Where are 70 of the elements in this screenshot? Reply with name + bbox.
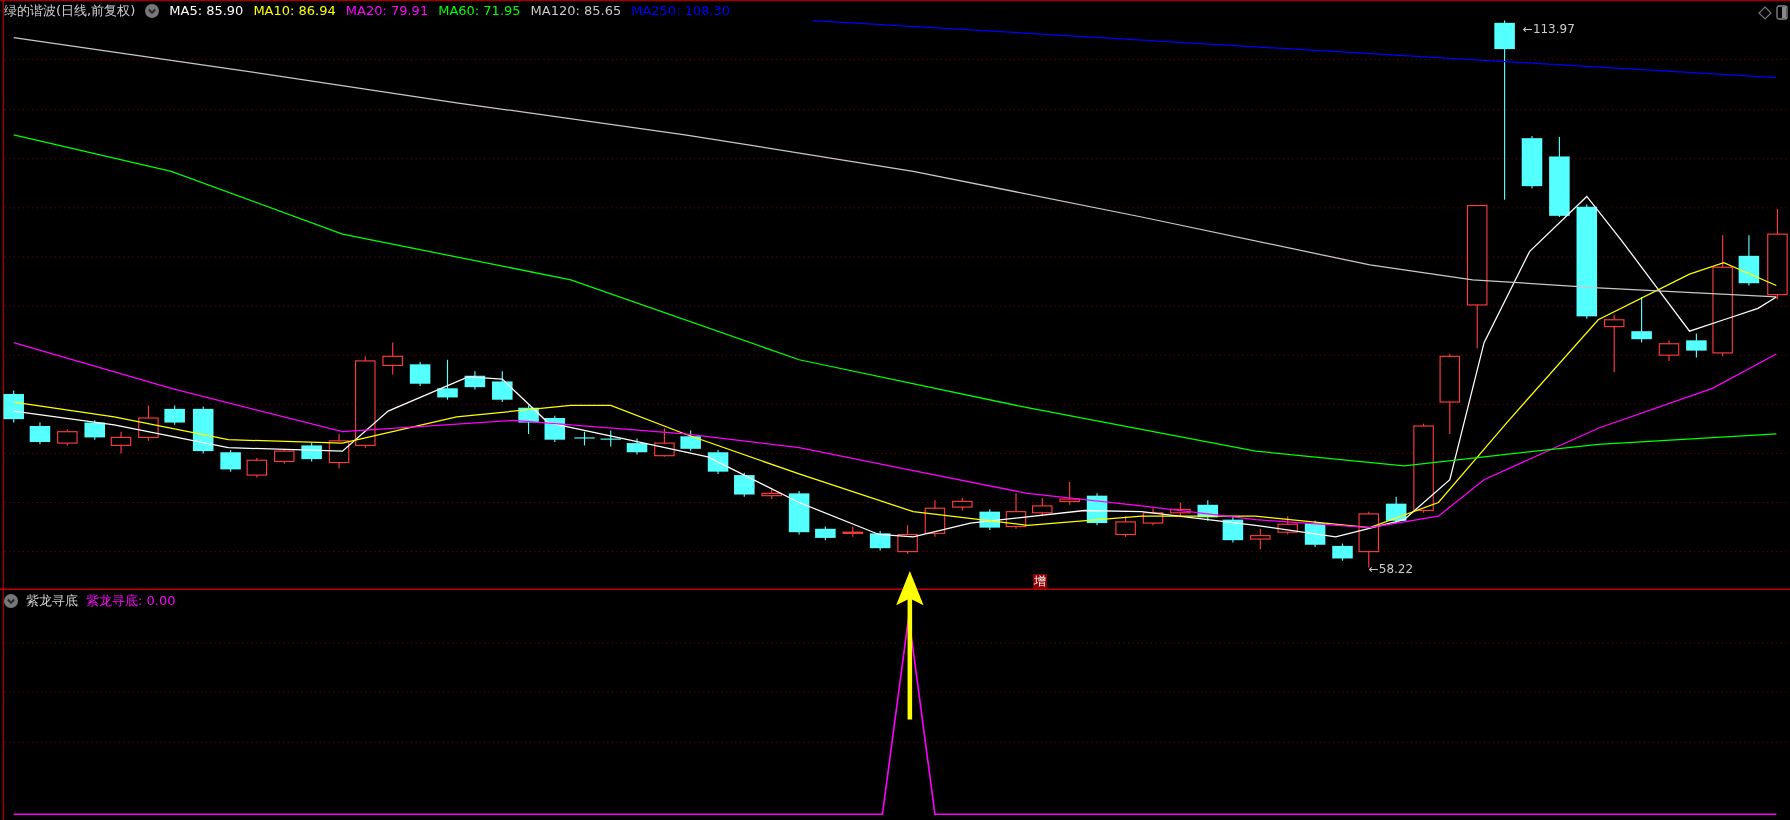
candlestick — [192, 406, 214, 454]
candlestick — [138, 404, 159, 442]
arrow-icon — [896, 571, 924, 720]
low-price-label: ←58.22 — [1368, 562, 1414, 577]
indicator-value: MA5: 85.90 — [169, 2, 244, 20]
candlestick — [437, 359, 458, 401]
candlestick — [3, 390, 24, 424]
candlestick — [409, 361, 431, 387]
candlestick — [1142, 507, 1164, 526]
candlestick — [654, 427, 675, 458]
candlestick — [29, 422, 51, 445]
candlestick — [815, 525, 836, 541]
candlestick — [57, 428, 78, 446]
candlestick — [1603, 314, 1625, 373]
candlestick — [680, 430, 701, 452]
candlestick — [1005, 492, 1027, 530]
candlestick — [246, 457, 268, 478]
indicator-value: 紫龙寻底: 0.00 — [86, 592, 176, 610]
candlestick — [1686, 332, 1707, 359]
diamond-icon[interactable] — [1758, 6, 1772, 20]
candlestick — [274, 448, 295, 465]
candlestick — [869, 530, 891, 552]
indicator-value: MA60: 71.95 — [438, 2, 521, 20]
candlestick — [1197, 499, 1219, 522]
candlestick — [788, 490, 810, 536]
indicator-value: MA250: 108.30 — [631, 2, 731, 20]
indicator-value: MA120: 85.65 — [530, 2, 622, 20]
candlestick — [979, 508, 1001, 531]
candlestick — [1170, 501, 1191, 517]
candlestick — [734, 472, 755, 498]
candlestick — [518, 404, 539, 435]
candlestick — [328, 433, 350, 469]
candlestick — [574, 431, 595, 446]
candlestick — [382, 342, 403, 376]
candlestick — [110, 431, 132, 454]
dropdown-icon[interactable] — [4, 594, 18, 608]
candlestick — [1521, 135, 1543, 189]
candlestick — [1115, 515, 1136, 538]
chart-title: 绿的谐波(日线,前复权) — [4, 2, 136, 20]
candlestick — [1631, 296, 1652, 344]
candlestick — [164, 404, 185, 426]
candlestick — [897, 524, 918, 555]
candlestick — [600, 430, 621, 448]
dropdown-icon[interactable] — [145, 4, 160, 18]
candlestick — [492, 370, 513, 403]
candlestick — [1032, 497, 1053, 517]
candlestick — [1277, 515, 1298, 536]
indicator-value: MA10: 86.94 — [253, 2, 336, 20]
candlestick — [84, 419, 106, 441]
indicator-title: 紫龙寻底 — [26, 592, 78, 610]
candlestick — [1385, 496, 1407, 524]
candlestick — [1222, 515, 1244, 544]
candlestick — [1059, 481, 1080, 506]
candlestick — [707, 449, 729, 475]
candlestick — [924, 499, 946, 538]
high-price-label: ←113.97 — [1522, 22, 1575, 37]
candlestick — [626, 438, 648, 456]
candlestick — [301, 442, 322, 462]
candlestick — [1250, 528, 1271, 550]
candlestick — [1738, 234, 1760, 287]
candlestick — [1332, 543, 1353, 562]
candlestick — [1658, 339, 1680, 362]
candlestick — [761, 488, 782, 500]
candlestick — [842, 525, 864, 538]
signal-marker: 增 — [1033, 574, 1047, 589]
panel-icon[interactable] — [1776, 5, 1788, 20]
candlestick — [464, 370, 486, 390]
candlestick — [220, 449, 241, 473]
candlestick — [952, 497, 973, 512]
indicator-value: MA20: 79.91 — [345, 2, 429, 20]
